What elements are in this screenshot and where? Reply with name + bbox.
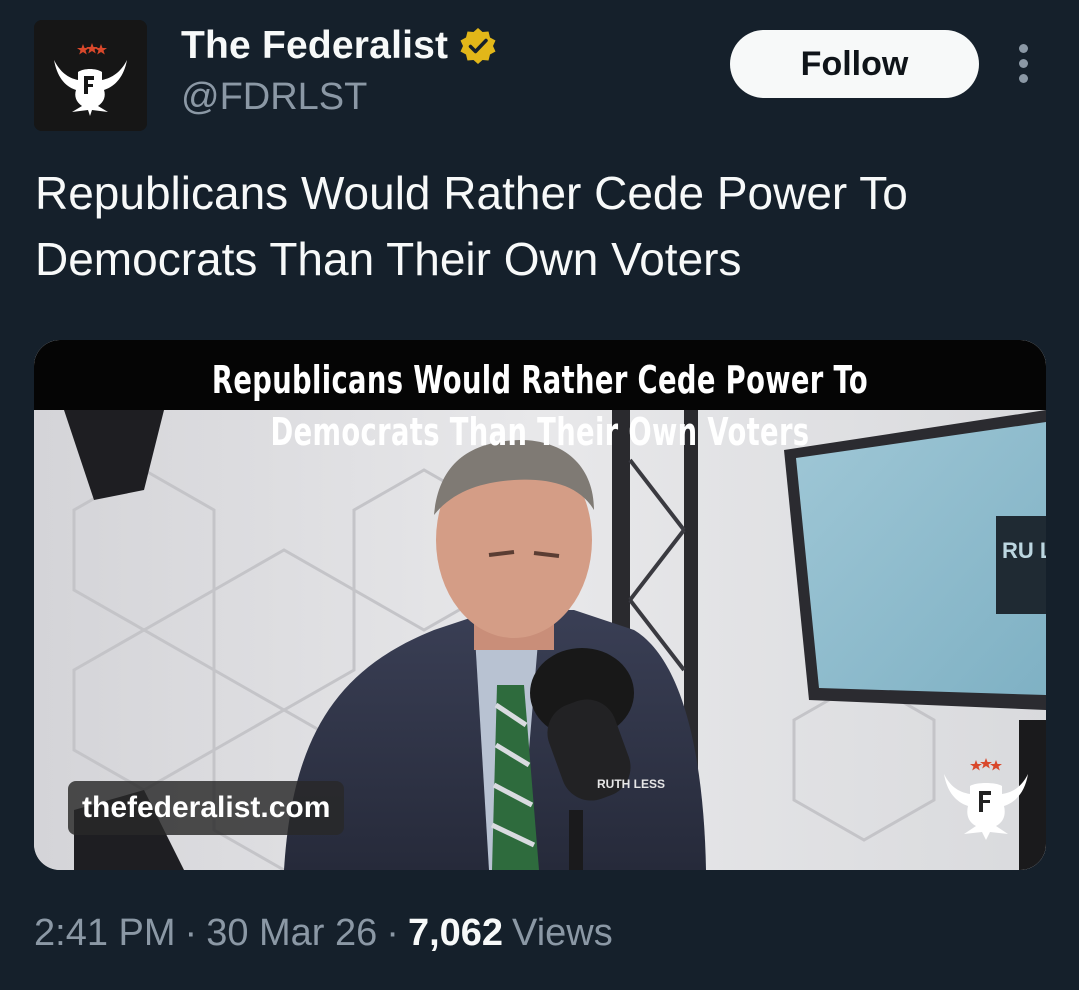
meta-separator: · [184,912,198,954]
media-source-label[interactable]: thefederalist.com [68,781,345,835]
federalist-eagle-logo-icon [34,20,147,131]
tweet-date[interactable]: 30 Mar 26 [206,912,377,955]
media-headline-line-1: Republicans Would Rather Cede Power To [211,358,869,402]
media-headline-banner: Republicans Would Rather Cede Power To D… [34,340,1046,454]
follow-button[interactable]: Follow [730,30,979,98]
screen-label: RU LE [1002,538,1046,563]
display-name[interactable]: The Federalist [181,24,448,68]
tweet-meta: 2:41 PM · 30 Mar 26 · 7,062 Views [34,912,613,955]
avatar[interactable] [34,20,147,131]
tweet-text: Republicans Would Rather Cede Power To D… [35,167,908,285]
media-headline-line-2: Democrats Than Their Own Voters [270,410,810,454]
more-options-icon[interactable] [1012,44,1034,84]
author-name-row[interactable]: The Federalist [181,24,498,68]
mic-label: RUTH LESS [597,777,665,791]
verified-badge-icon [460,28,496,64]
media-headline: Republicans Would Rather Cede Power To D… [176,354,905,458]
media-card[interactable]: RU LE RUTH LESS Republicans Would Rather… [34,340,1046,870]
meta-separator: · [386,912,399,954]
views-label: Views [512,912,613,954]
author-handle[interactable]: @FDRLST [181,76,367,119]
views-count[interactable]: 7,062 [408,912,503,955]
federalist-watermark-icon [944,758,1028,840]
tweet-time[interactable]: 2:41 PM [34,912,176,955]
